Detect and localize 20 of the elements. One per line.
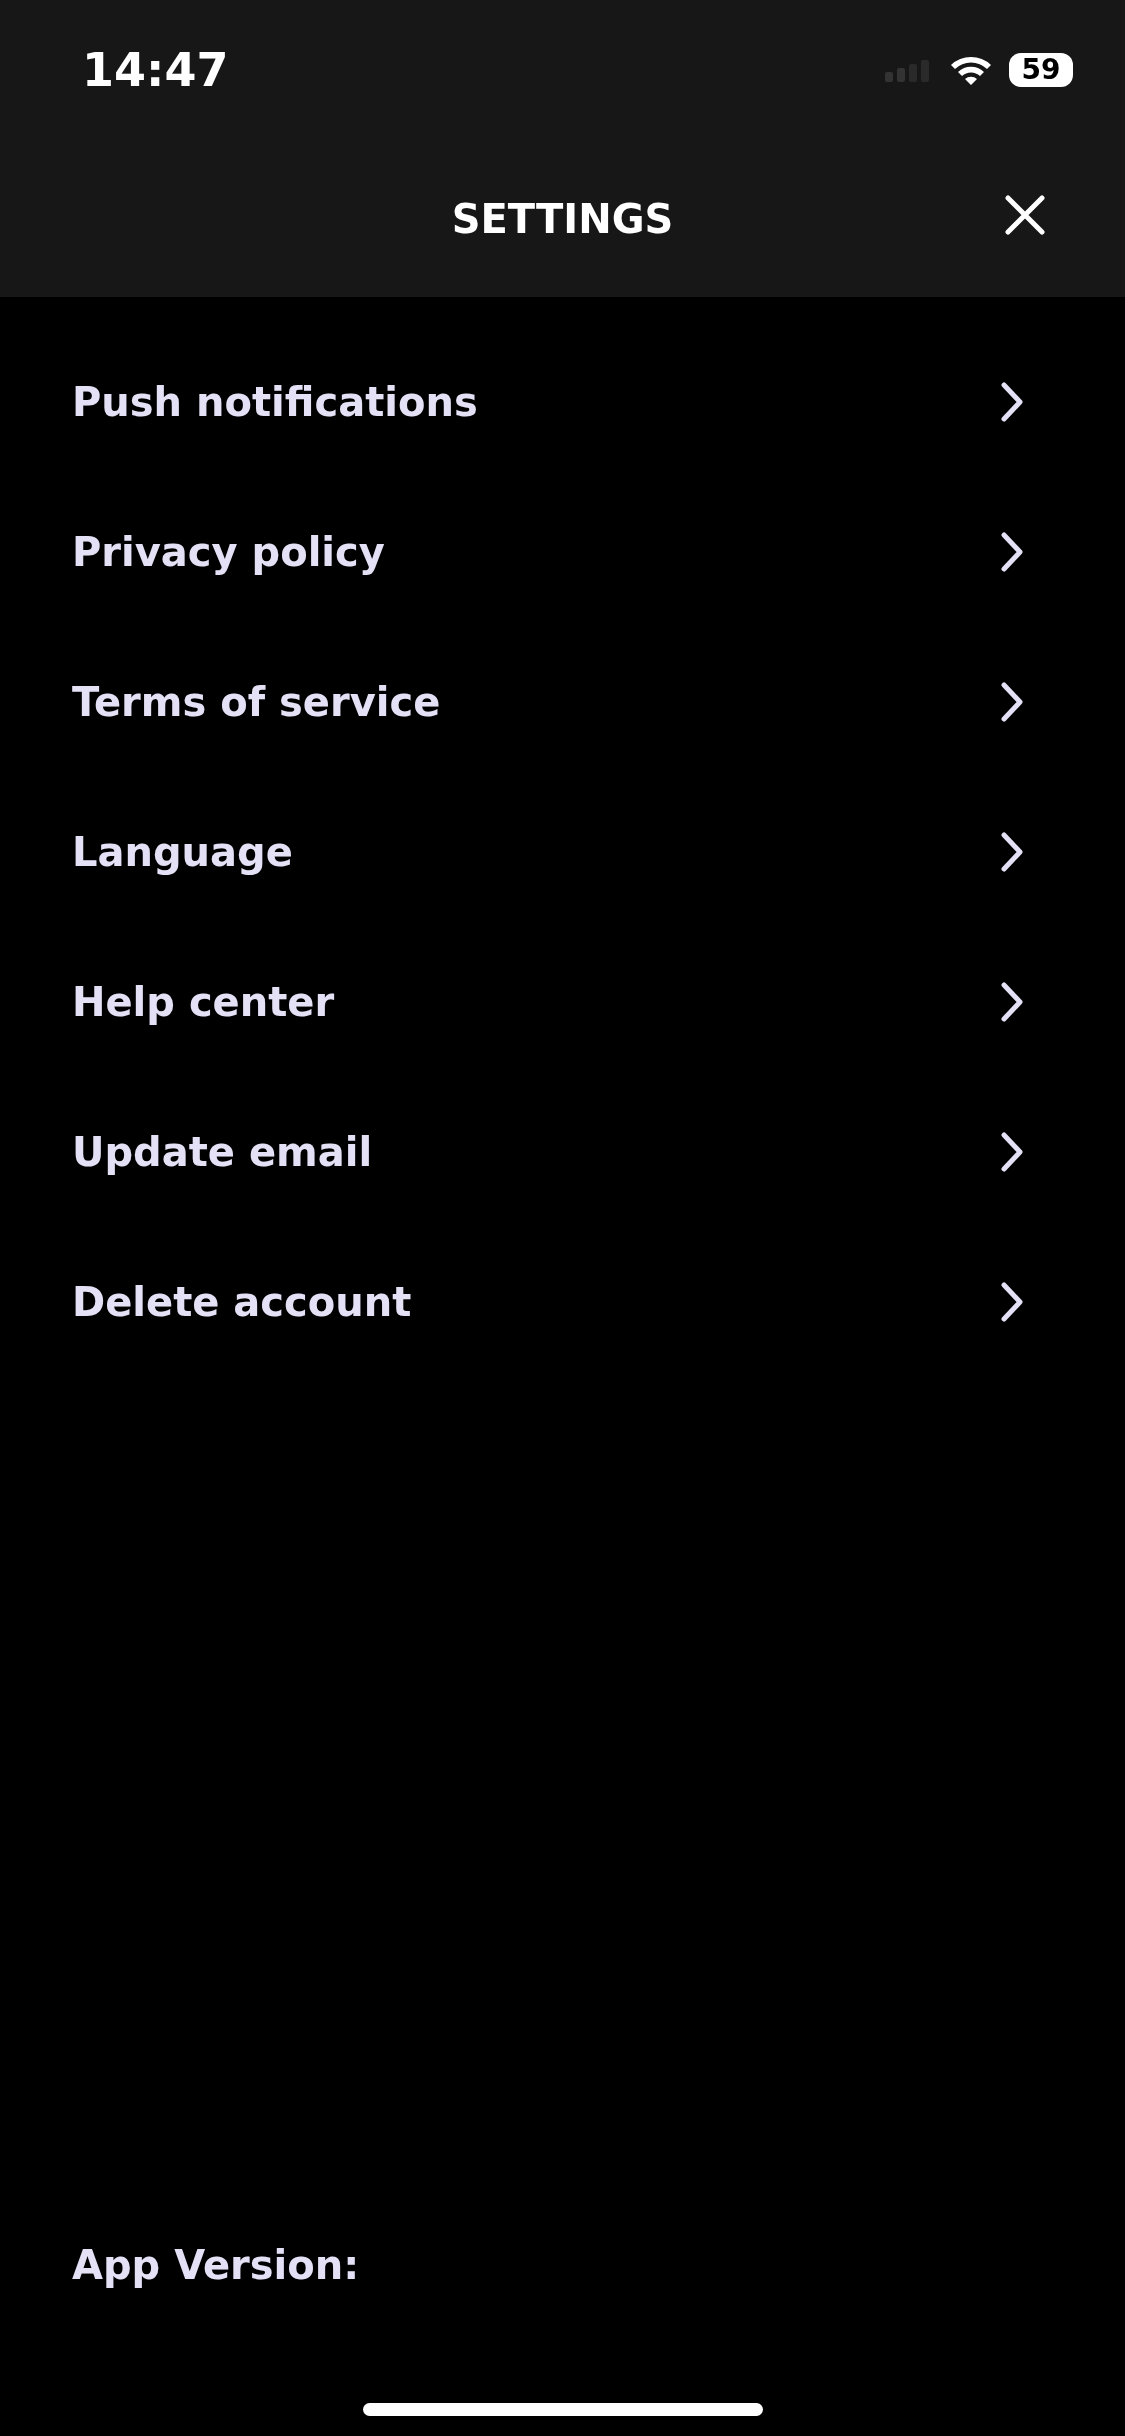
settings-item[interactable]: Update email	[0, 1077, 1125, 1227]
settings-item[interactable]: Help center	[0, 927, 1125, 1077]
settings-item[interactable]: Push notifications	[0, 327, 1125, 477]
settings-item[interactable]: Privacy policy	[0, 477, 1125, 627]
app-version-label: App Version:	[71, 2241, 361, 2290]
chevron-right-icon	[999, 831, 1025, 873]
screen-title: SETTINGS	[451, 194, 674, 244]
settings-item[interactable]: Language	[0, 777, 1125, 927]
close-icon	[1005, 195, 1045, 235]
chevron-right-icon	[999, 681, 1025, 723]
chevron-right-icon	[999, 981, 1025, 1023]
chevron-right-icon	[999, 1131, 1025, 1173]
battery-level: 59	[1009, 53, 1073, 87]
chevron-right-icon	[999, 1281, 1025, 1323]
chevron-right-icon	[999, 531, 1025, 573]
chevron-right-icon	[999, 381, 1025, 423]
status-time: 14:47	[82, 41, 229, 99]
wifi-icon	[949, 54, 993, 86]
settings-item[interactable]: Delete account	[0, 1227, 1125, 1377]
settings-item[interactable]: Terms of service	[0, 627, 1125, 777]
